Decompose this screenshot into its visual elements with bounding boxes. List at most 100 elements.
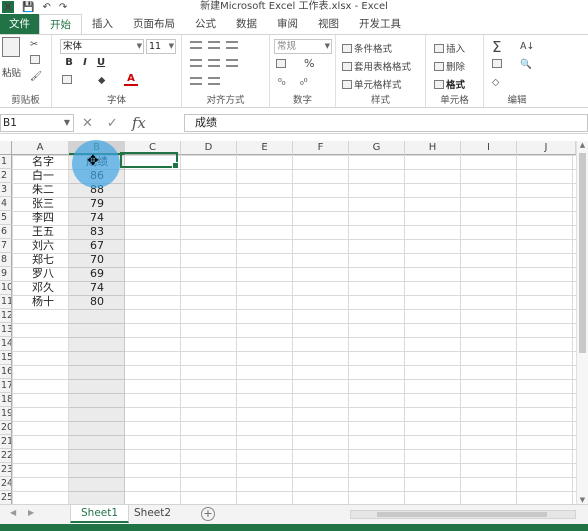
autosum-button[interactable]: Σ xyxy=(492,38,501,56)
scroll-down-icon[interactable]: ▼ xyxy=(577,496,588,504)
column-header-g[interactable]: G xyxy=(349,141,405,155)
paste-button[interactable] xyxy=(2,37,20,57)
tab-developer[interactable]: 开发工具 xyxy=(349,14,411,34)
column-header-f[interactable]: F xyxy=(293,141,349,155)
cancel-icon[interactable]: ✕ xyxy=(82,116,93,131)
align-middle-icon[interactable] xyxy=(208,41,220,49)
formula-input[interactable]: 成绩 xyxy=(184,114,588,132)
row-header-12[interactable]: 12 xyxy=(0,309,12,323)
vertical-scroll-thumb[interactable] xyxy=(579,153,586,353)
cell-b6[interactable]: 83 xyxy=(80,225,114,239)
horizontal-scroll-thumb[interactable] xyxy=(377,512,547,517)
decrease-decimal-icon[interactable]: ₀⁰ xyxy=(300,77,308,88)
row-header-13[interactable]: 13 xyxy=(0,323,12,337)
column-header-e[interactable]: E xyxy=(237,141,293,155)
horizontal-scrollbar[interactable] xyxy=(350,510,576,519)
row-header-10[interactable]: 10 xyxy=(0,281,12,295)
cell-a6[interactable]: 王五 xyxy=(32,225,54,239)
cell-a1[interactable]: 名字 xyxy=(32,155,54,169)
paste-label[interactable]: 粘贴 xyxy=(2,65,21,79)
font-name-combo[interactable]: 宋体 ▼ xyxy=(60,39,144,54)
cell-a9[interactable]: 罗八 xyxy=(32,267,54,281)
cell-b8[interactable]: 70 xyxy=(80,253,114,267)
row-header-14[interactable]: 14 xyxy=(0,337,12,351)
name-box[interactable]: B1 ▼ xyxy=(0,114,74,132)
redo-icon[interactable]: ↷ xyxy=(59,2,67,13)
clear-icon[interactable]: ◇ xyxy=(492,77,499,88)
font-size-combo[interactable]: 11 ▼ xyxy=(146,39,176,54)
increase-decimal-icon[interactable]: ⁰₀ xyxy=(278,77,286,88)
cell-b7[interactable]: 67 xyxy=(80,239,114,253)
enter-icon[interactable]: ✓ xyxy=(107,116,118,131)
row-header-19[interactable]: 19 xyxy=(0,407,12,421)
cell-b4[interactable]: 79 xyxy=(80,197,114,211)
align-right-icon[interactable] xyxy=(226,59,238,67)
tab-formulas[interactable]: 公式 xyxy=(185,14,226,34)
tab-page-layout[interactable]: 页面布局 xyxy=(123,14,185,34)
row-header-23[interactable]: 23 xyxy=(0,463,12,477)
row-header-5[interactable]: 5 xyxy=(0,211,12,225)
cell-a10[interactable]: 邓久 xyxy=(32,281,54,295)
tab-view[interactable]: 视图 xyxy=(308,14,349,34)
increase-indent-icon[interactable] xyxy=(208,77,220,85)
sheet-tab-sheet2[interactable]: Sheet2 xyxy=(124,505,181,523)
cell-a2[interactable]: 白一 xyxy=(32,169,54,183)
next-sheet-icon[interactable]: ▶ xyxy=(28,508,34,517)
tab-insert[interactable]: 插入 xyxy=(82,14,123,34)
column-header-d[interactable]: D xyxy=(181,141,237,155)
copy-icon[interactable] xyxy=(30,55,40,64)
column-header-j[interactable]: J xyxy=(517,141,576,155)
save-icon[interactable]: 💾 xyxy=(22,2,34,13)
insert-cells-button[interactable]: 插入 xyxy=(434,41,465,55)
decrease-indent-icon[interactable] xyxy=(190,77,202,85)
row-header-9[interactable]: 9 xyxy=(0,267,12,281)
cell-a11[interactable]: 杨十 xyxy=(32,295,54,309)
cell-a8[interactable]: 郑七 xyxy=(32,253,54,267)
select-all-button[interactable] xyxy=(0,141,12,155)
row-header-1[interactable]: 1 xyxy=(0,155,12,169)
currency-icon[interactable] xyxy=(276,59,286,68)
row-header-6[interactable]: 6 xyxy=(0,225,12,239)
tab-data[interactable]: 数据 xyxy=(226,14,267,34)
row-header-24[interactable]: 24 xyxy=(0,477,12,491)
row-header-11[interactable]: 11 xyxy=(0,295,12,309)
fill-icon[interactable] xyxy=(492,59,502,68)
sort-filter-icon[interactable]: A↓ xyxy=(520,41,534,52)
align-left-icon[interactable] xyxy=(190,59,202,67)
tab-review[interactable]: 审阅 xyxy=(267,14,308,34)
column-header-a[interactable]: A xyxy=(12,141,69,155)
cell-b11[interactable]: 80 xyxy=(80,295,114,309)
undo-icon[interactable]: ↶ xyxy=(42,2,50,13)
format-as-table-button[interactable]: 套用表格格式 xyxy=(342,59,411,73)
row-header-16[interactable]: 16 xyxy=(0,365,12,379)
column-header-h[interactable]: H xyxy=(405,141,461,155)
cell-b10[interactable]: 74 xyxy=(80,281,114,295)
borders-icon[interactable] xyxy=(62,75,72,84)
row-header-25[interactable]: 25 xyxy=(0,491,12,504)
format-cells-button[interactable]: 格式 xyxy=(434,77,465,91)
fill-color-icon[interactable]: ◆ xyxy=(98,75,105,86)
row-header-3[interactable]: 3 xyxy=(0,183,12,197)
sheet-tab-sheet1[interactable]: Sheet1 xyxy=(70,505,130,523)
align-center-icon[interactable] xyxy=(208,59,220,67)
align-top-icon[interactable] xyxy=(190,41,202,49)
underline-button[interactable]: U xyxy=(94,57,108,68)
active-cell-c1[interactable] xyxy=(120,152,179,169)
prev-sheet-icon[interactable]: ◀ xyxy=(10,508,16,517)
cell-styles-button[interactable]: 单元格样式 xyxy=(342,77,402,91)
add-sheet-icon[interactable]: + xyxy=(201,507,215,521)
format-painter-icon[interactable]: 🖌 xyxy=(30,71,42,82)
vertical-scrollbar[interactable]: ▲ ▼ xyxy=(576,141,588,504)
row-header-8[interactable]: 8 xyxy=(0,253,12,267)
tab-home[interactable]: 开始 xyxy=(39,14,82,34)
worksheet-grid[interactable]: A B C D E F G H I J 12345678910111213141… xyxy=(0,141,588,504)
percent-button[interactable]: % xyxy=(304,57,314,70)
find-icon[interactable]: 🔍 xyxy=(520,59,532,70)
row-header-4[interactable]: 4 xyxy=(0,197,12,211)
cell-a4[interactable]: 张三 xyxy=(32,197,54,211)
cell-a3[interactable]: 朱二 xyxy=(32,183,54,197)
delete-cells-button[interactable]: 删除 xyxy=(434,59,465,73)
cell-b5[interactable]: 74 xyxy=(80,211,114,225)
cell-a7[interactable]: 刘六 xyxy=(32,239,54,253)
row-header-2[interactable]: 2 xyxy=(0,169,12,183)
